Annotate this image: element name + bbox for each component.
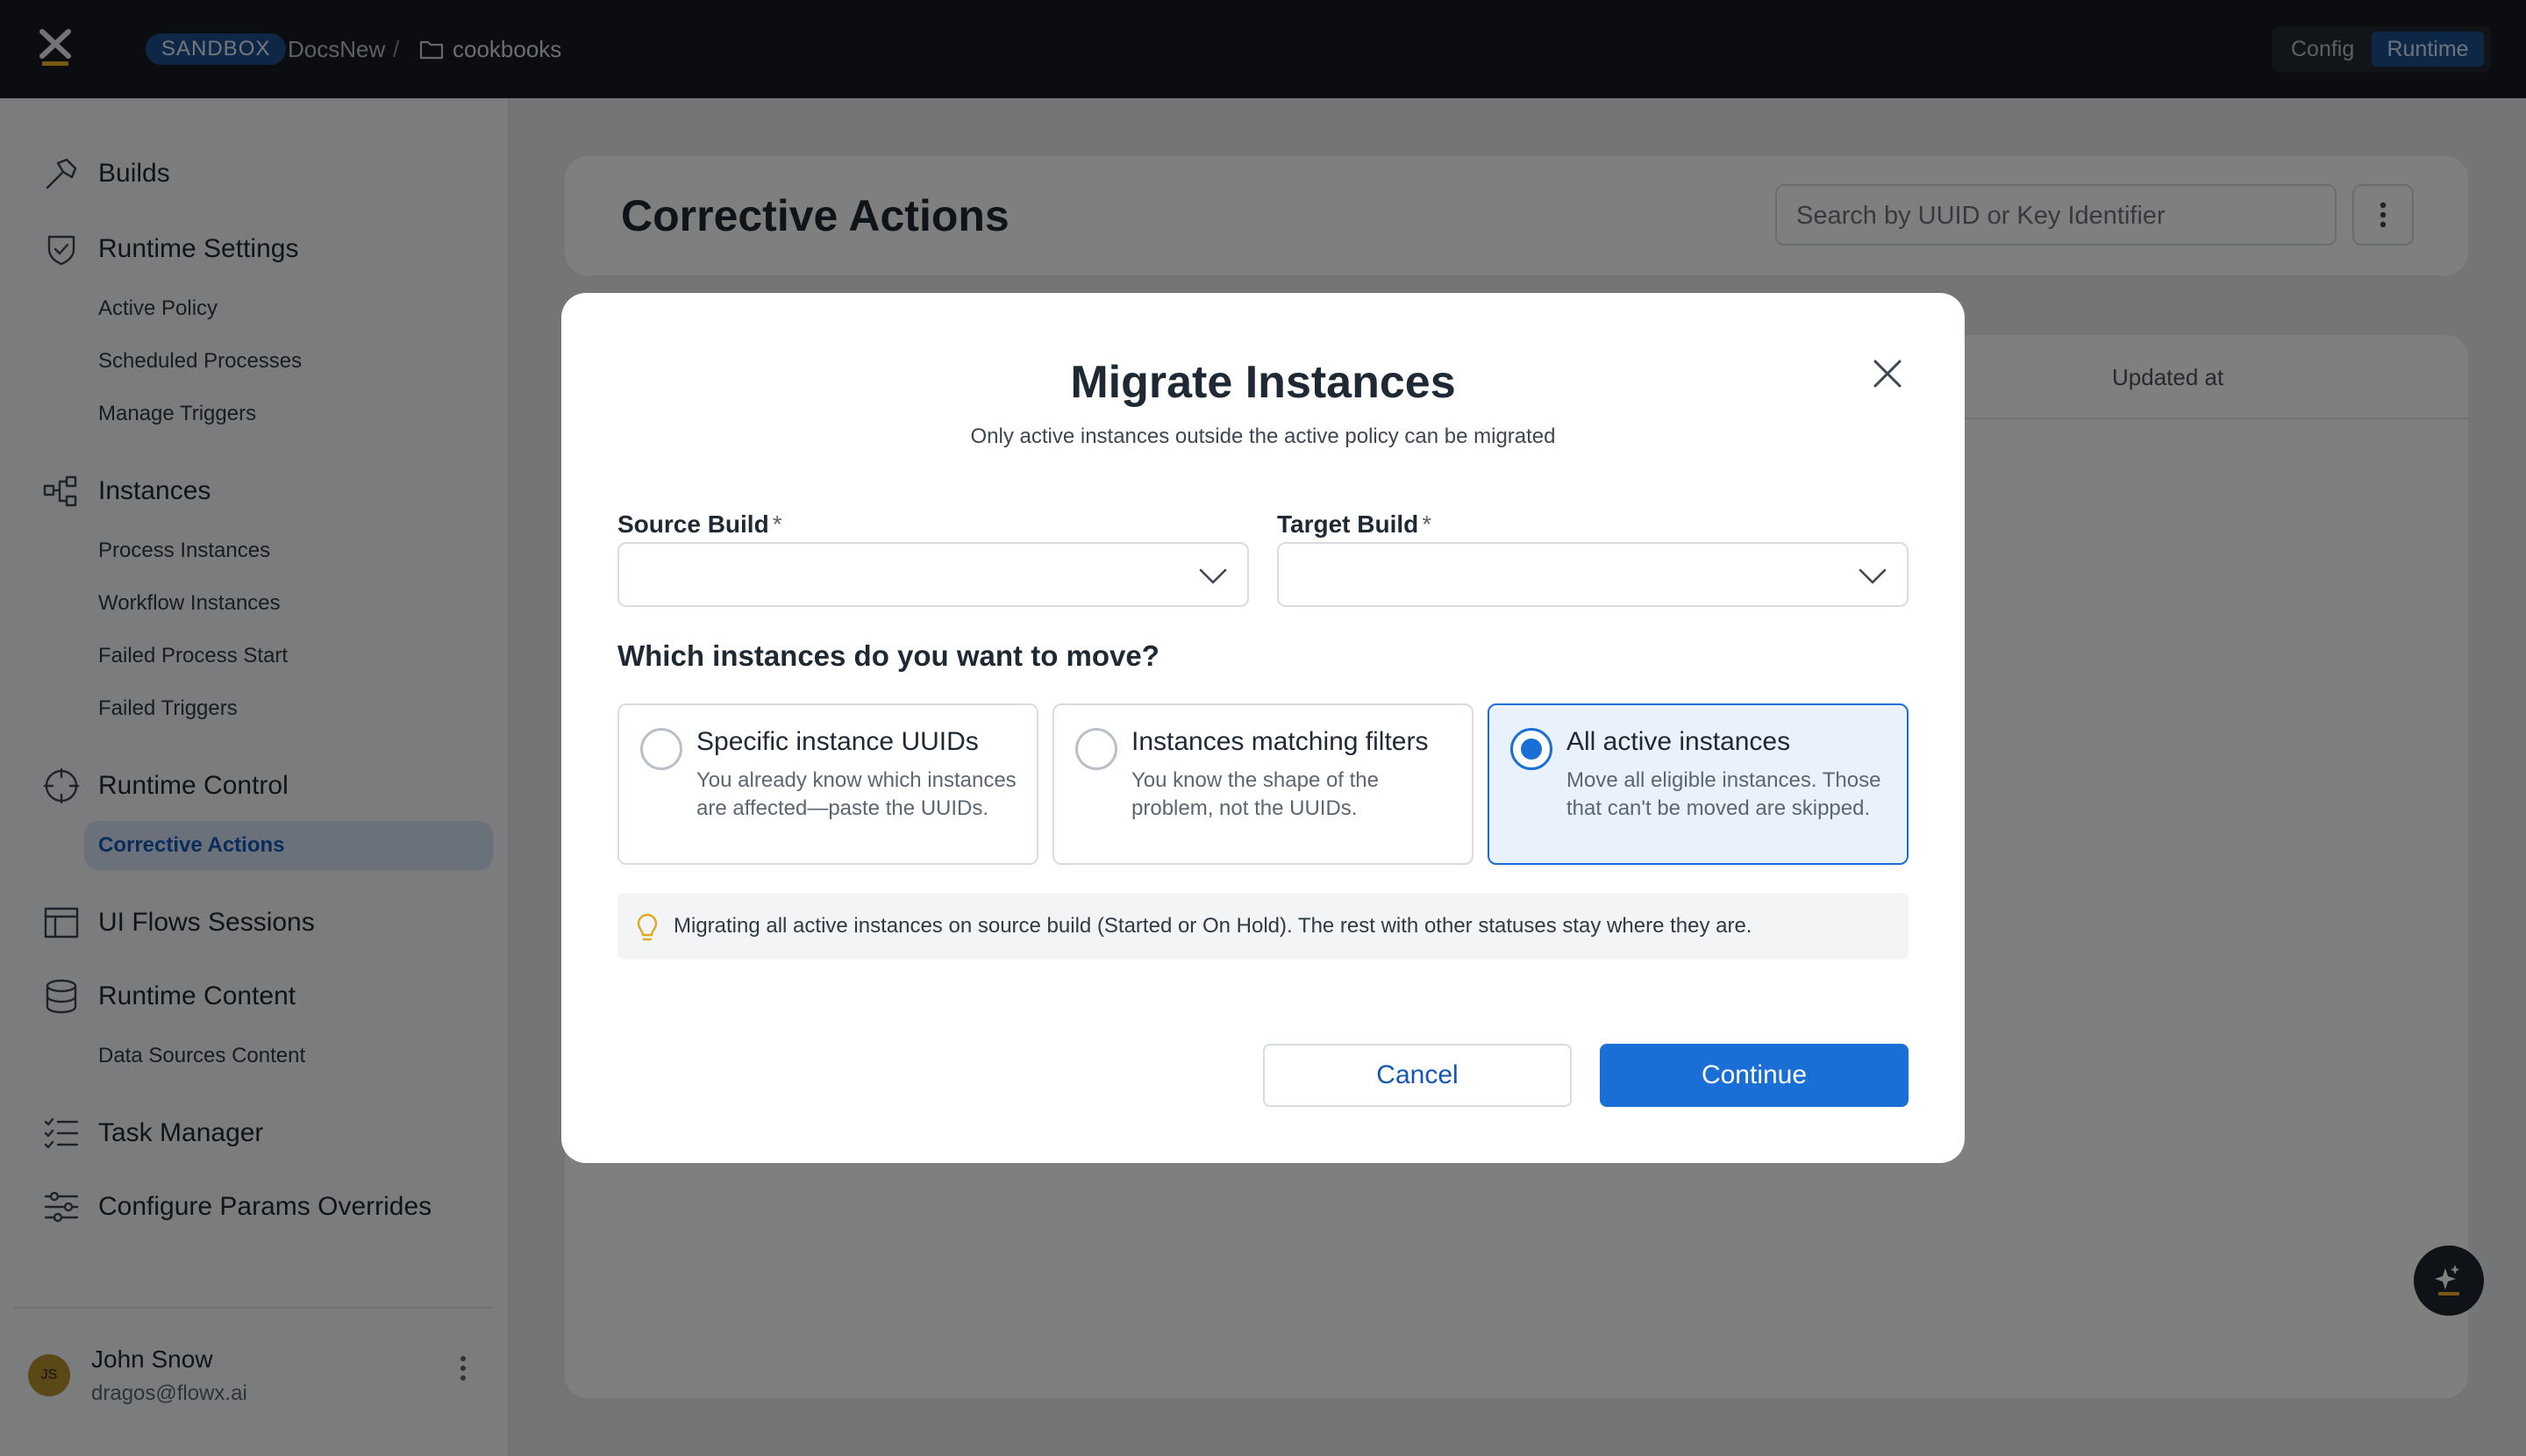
radio-specific-uuids[interactable] bbox=[640, 728, 682, 770]
option-specific-uuids[interactable]: Specific instance UUIDs You already know… bbox=[617, 703, 1038, 865]
radio-all-active[interactable] bbox=[1510, 728, 1552, 770]
continue-button[interactable]: Continue bbox=[1600, 1044, 1909, 1107]
target-build-label: Target Build * bbox=[1277, 507, 1431, 542]
migrate-instances-dialog: Migrate Instances Only active instances … bbox=[561, 293, 1965, 1163]
option-description: Move all eligible instances. Those that … bbox=[1566, 768, 1881, 820]
info-text: Migrating all active instances on source… bbox=[674, 914, 1752, 938]
close-icon[interactable] bbox=[1866, 353, 1909, 395]
option-title: All active instances bbox=[1566, 727, 1791, 756]
source-build-label: Source Build * bbox=[617, 507, 782, 542]
dialog-title: Migrate Instances bbox=[1070, 357, 1456, 408]
source-build-label-text: Source Build bbox=[617, 510, 769, 538]
option-description: You already know which instances are aff… bbox=[696, 768, 1017, 820]
instances-question: Which instances do you want to move? bbox=[617, 639, 1160, 672]
required-marker: * bbox=[772, 510, 782, 538]
target-build-label-text: Target Build bbox=[1277, 510, 1419, 538]
info-banner: Migrating all active instances on source… bbox=[617, 893, 1909, 960]
option-title: Instances matching filters bbox=[1131, 727, 1429, 756]
option-all-active[interactable]: All active instances Move all eligible i… bbox=[1488, 703, 1909, 865]
radio-selected-dot bbox=[1521, 739, 1542, 760]
lightbulb-icon bbox=[635, 912, 660, 944]
required-marker: * bbox=[1422, 510, 1432, 538]
chevron-down-icon bbox=[1858, 563, 1887, 589]
radio-matching-filters[interactable] bbox=[1075, 728, 1117, 770]
option-description: You know the shape of the problem, not t… bbox=[1131, 768, 1379, 820]
option-matching-filters[interactable]: Instances matching filters You know the … bbox=[1052, 703, 1474, 865]
target-build-select[interactable] bbox=[1277, 542, 1909, 607]
dialog-subtitle: Only active instances outside the active… bbox=[970, 425, 1556, 448]
source-build-select[interactable] bbox=[617, 542, 1249, 607]
chevron-down-icon bbox=[1198, 563, 1228, 589]
cancel-button[interactable]: Cancel bbox=[1263, 1044, 1572, 1107]
option-title: Specific instance UUIDs bbox=[696, 727, 979, 756]
